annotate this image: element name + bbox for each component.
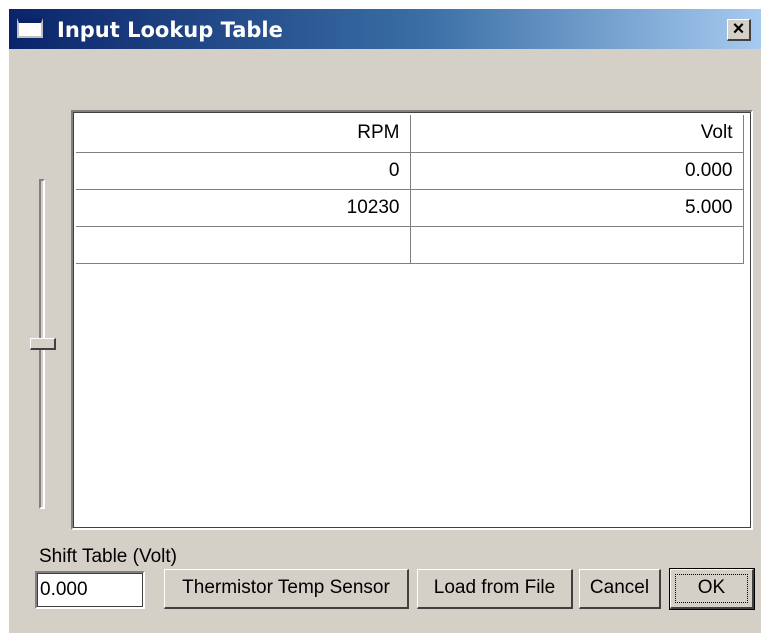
load-from-file-button[interactable]: Load from File	[417, 569, 573, 609]
ok-button[interactable]: OK	[669, 568, 755, 610]
table-row: 10230 5.000	[76, 189, 744, 227]
table-row: 0 0.000	[76, 152, 744, 190]
window-title: Input Lookup Table	[57, 18, 283, 42]
title-bar[interactable]: Input Lookup Table ×	[9, 9, 761, 49]
cell-volt[interactable]: 5.000	[410, 189, 744, 227]
close-button[interactable]: ×	[727, 19, 751, 41]
lookup-table: RPM Volt 0 0.000 10230 5.000	[76, 115, 744, 264]
lookup-grid[interactable]: RPM Volt 0 0.000 10230 5.000	[71, 110, 753, 530]
shift-table-label: Shift Table (Volt)	[39, 546, 178, 567]
table-row	[76, 226, 744, 264]
cell-rpm[interactable]	[76, 226, 411, 264]
focus-rectangle	[675, 574, 748, 603]
cell-volt[interactable]	[410, 226, 744, 264]
header-volt[interactable]: Volt	[410, 115, 744, 153]
cell-rpm[interactable]: 0	[76, 152, 411, 190]
cell-rpm[interactable]: 10230	[76, 189, 411, 227]
input-lookup-table-dialog: Input Lookup Table × RPM Volt 0 0.000 10…	[8, 8, 761, 633]
table-header-row: RPM Volt	[76, 115, 744, 153]
header-rpm[interactable]: RPM	[76, 115, 411, 153]
thermistor-temp-sensor-button[interactable]: Thermistor Temp Sensor	[164, 569, 409, 609]
cell-volt[interactable]: 0.000	[410, 152, 744, 190]
shift-slider-thumb[interactable]	[30, 338, 56, 350]
window-icon	[17, 18, 43, 38]
close-icon: ×	[732, 18, 745, 40]
shift-value-input[interactable]: 0.000	[35, 571, 145, 609]
cancel-button[interactable]: Cancel	[579, 569, 661, 609]
